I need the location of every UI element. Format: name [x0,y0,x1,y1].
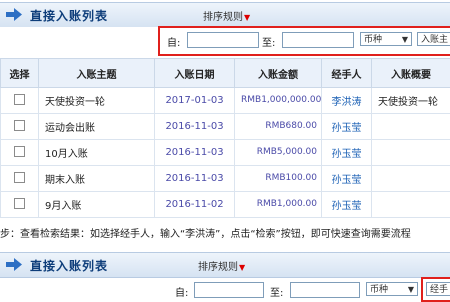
row-checkbox[interactable] [14,198,25,209]
from-label: 自: [175,284,188,299]
sort-caret-icon: ▼ [239,263,245,272]
row-person[interactable]: 孙玉莹 [322,140,372,166]
col-subject[interactable]: 入账主题 [39,59,155,88]
row-summary [372,166,450,192]
col-select: 选择 [1,59,39,88]
col-date[interactable]: 入账日期 [155,59,235,88]
row-checkbox[interactable] [14,94,25,105]
table-row[interactable]: 期末入账 2016-11-03 RMB100.00 孙玉莹 [1,166,450,192]
panel-title: 直接入账列表 [30,257,108,274]
row-summary: 天使投资一轮 [372,88,450,114]
row-amount: RMB1,000.00 [235,192,322,218]
table-row[interactable]: 9月入账 2016-11-02 RMB1,000.00 孙玉莹 [1,192,450,218]
row-person[interactable]: 孙玉莹 [322,192,372,218]
row-amount: RMB100.00 [235,166,322,192]
sort-rules-dropdown[interactable]: 排序规则▼ [198,258,245,273]
row-amount: RMB1,000,000.00 [235,88,322,114]
row-date: 2016-11-03 [155,114,235,140]
col-amount[interactable]: 入账金额 [235,59,322,88]
row-subject: 天使投资一轮 [39,88,155,114]
arrow-right-icon [6,258,22,271]
entries-table: 选择 入账主题 入账日期 入账金额 经手人 入账概要 天使投资一轮 2017-0… [0,58,450,218]
to-date-input[interactable] [290,282,360,298]
row-subject: 运动会出账 [39,114,155,140]
arrow-right-icon [6,8,22,21]
row-summary [372,114,450,140]
sort-rules-label: 排序规则 [203,12,243,23]
currency-select-value: 币种 [370,285,388,295]
row-checkbox[interactable] [14,146,25,157]
row-subject: 期末入账 [39,166,155,192]
row-summary [372,192,450,218]
sort-rules-dropdown[interactable]: 排序规则▼ [203,8,250,23]
row-person[interactable]: 李洪涛 [322,88,372,114]
panel-header: 直接入账列表 排序规则▼ [0,2,450,28]
to-label: 至: [270,284,283,299]
row-summary [372,140,450,166]
sort-caret-icon: ▼ [244,13,250,22]
row-subject: 10月入账 [39,140,155,166]
row-amount: RMB680.00 [235,114,322,140]
row-date: 2016-11-03 [155,166,235,192]
panel-title: 直接入账列表 [30,7,108,24]
second-panel: 直接入账列表 排序规则▼ 自: 至: 币种 ▼ 经手 [0,250,450,300]
sort-rules-label: 排序规则 [198,262,238,273]
row-person[interactable]: 孙玉莹 [322,114,372,140]
col-person[interactable]: 经手人 [322,59,372,88]
table-row[interactable]: 运动会出账 2016-11-03 RMB680.00 孙玉莹 [1,114,450,140]
highlight-box [158,26,450,56]
row-amount: RMB5,000.00 [235,140,322,166]
row-date: 2016-11-03 [155,140,235,166]
row-checkbox[interactable] [14,172,25,183]
highlight-box [421,277,450,302]
row-subject: 9月入账 [39,192,155,218]
filter-bar: 自: 至: 币种 ▼ 经手 [0,278,450,300]
col-summary[interactable]: 入账概要 [372,59,450,88]
table-row[interactable]: 10月入账 2016-11-03 RMB5,000.00 孙玉莹 [1,140,450,166]
table-row[interactable]: 天使投资一轮 2017-01-03 RMB1,000,000.00 李洪涛 天使… [1,88,450,114]
select-caret-icon: ▼ [408,283,414,297]
row-date: 2017-01-03 [155,88,235,114]
row-checkbox[interactable] [14,120,25,131]
instruction-text: 步：查看检索结果：如选择经手人，输入“李洪涛”，点击“检索”按钮，即可快速查询需… [0,226,450,244]
panel-header: 直接入账列表 排序规则▼ [0,252,450,278]
table-header-row: 选择 入账主题 入账日期 入账金额 经手人 入账概要 [1,59,450,88]
currency-select[interactable]: 币种 ▼ [366,282,418,296]
row-date: 2016-11-02 [155,192,235,218]
from-date-input[interactable] [194,282,264,298]
row-person[interactable]: 孙玉莹 [322,166,372,192]
